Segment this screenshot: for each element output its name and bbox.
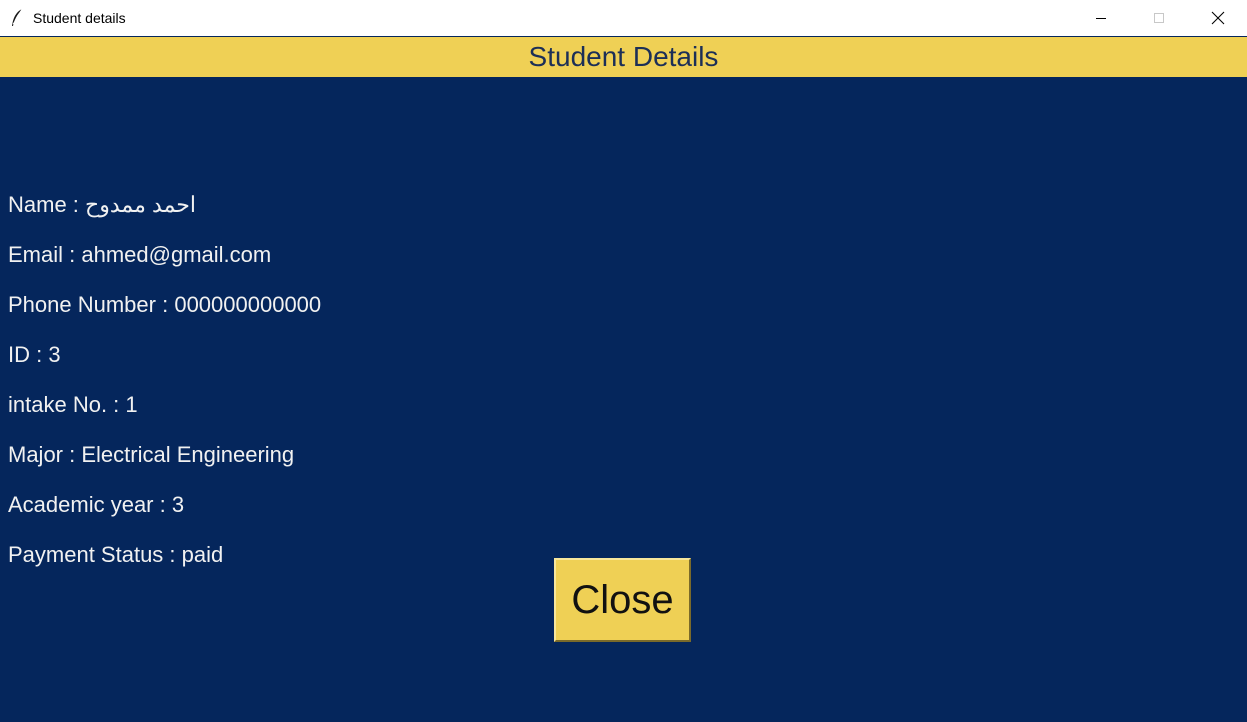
close-window-button[interactable]	[1195, 0, 1241, 36]
close-icon	[1211, 11, 1225, 25]
field-id: ID : 3	[8, 341, 61, 369]
minimize-button[interactable]	[1078, 0, 1124, 36]
field-label: Major	[8, 442, 64, 467]
field-major: Major : Electrical Engineering	[8, 441, 294, 469]
field-separator: :	[107, 392, 126, 417]
maximize-button[interactable]	[1136, 0, 1182, 36]
field-separator: :	[30, 342, 49, 367]
window-title: Student details	[33, 10, 126, 26]
field-value: paid	[181, 542, 224, 567]
feather-icon	[10, 8, 24, 28]
field-value: Electrical Engineering	[81, 442, 295, 467]
field-separator: :	[63, 442, 82, 467]
field-value: احمد ممدوح	[85, 192, 196, 217]
close-button[interactable]: Close	[554, 558, 691, 642]
field-label: Email	[8, 242, 64, 267]
field-label: ID	[8, 342, 30, 367]
field-label: Payment Status	[8, 542, 164, 567]
field-separator: :	[163, 542, 182, 567]
field-academic-year: Academic year : 3	[8, 491, 184, 519]
field-value: 000000000000	[174, 292, 322, 317]
field-email: Email : ahmed@gmail.com	[8, 241, 271, 269]
field-value: ahmed@gmail.com	[81, 242, 272, 267]
field-separator: :	[153, 492, 172, 517]
field-separator: :	[66, 192, 86, 217]
field-value: 3	[48, 342, 61, 367]
field-separator: :	[63, 242, 82, 267]
app-window: Student details Student Details Name : ا…	[0, 0, 1247, 722]
page-title: Student Details	[528, 41, 719, 72]
header-bar: Student Details	[0, 37, 1247, 77]
field-label: Phone Number	[8, 292, 156, 317]
field-intake-no: intake No. : 1	[8, 391, 138, 419]
field-label: Academic year	[8, 492, 154, 517]
maximize-icon	[1153, 12, 1165, 24]
field-label: Name	[8, 192, 67, 217]
field-value: 3	[171, 492, 185, 517]
field-name: Name : احمد ممدوح	[8, 191, 196, 219]
minimize-icon	[1095, 12, 1107, 24]
title-bar[interactable]: Student details	[0, 0, 1247, 36]
field-payment-status: Payment Status : paid	[8, 541, 223, 569]
field-value: 1	[125, 392, 138, 417]
field-phone-number: Phone Number : 000000000000	[8, 291, 321, 319]
field-separator: :	[155, 292, 175, 317]
field-label: intake No.	[8, 392, 108, 417]
